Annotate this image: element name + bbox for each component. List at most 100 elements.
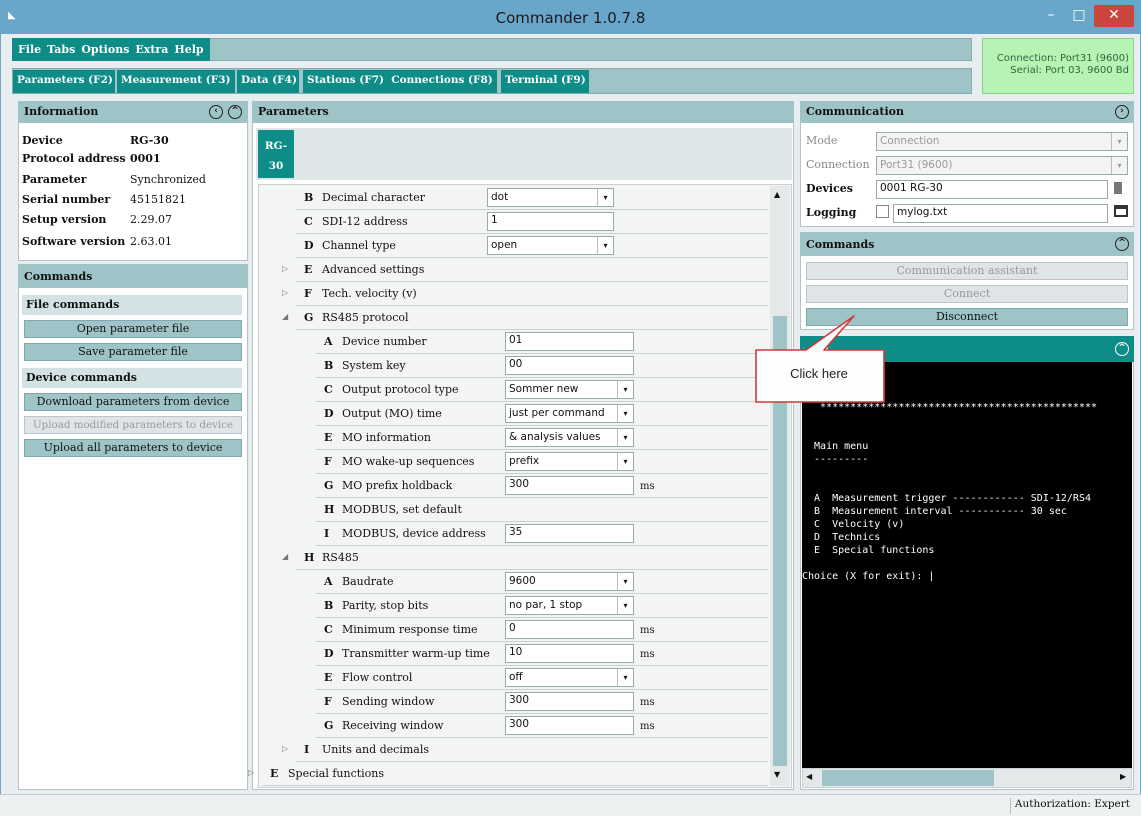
menu-options[interactable]: Options bbox=[81, 43, 129, 56]
parameter-input[interactable]: 35 bbox=[505, 524, 634, 543]
parameter-letter: B bbox=[304, 191, 314, 204]
open-parameter-file-button[interactable]: Open parameter file bbox=[24, 320, 242, 338]
parameter-label: Transmitter warm-up time bbox=[342, 647, 490, 660]
parameter-input[interactable]: 10 bbox=[505, 644, 634, 663]
tab-stations-connections[interactable]: Stations (F7) Connections (F8) bbox=[303, 70, 497, 93]
parameter-input[interactable]: 300 bbox=[505, 476, 634, 495]
parameter-letter: E bbox=[304, 263, 313, 276]
maximize-button[interactable]: □ bbox=[1066, 5, 1092, 27]
parameter-label: Tech. velocity (v) bbox=[322, 287, 417, 300]
connection-status: Connection: Port31 (9600) Serial: Port 0… bbox=[982, 38, 1134, 94]
menu-tabs[interactable]: Tabs bbox=[47, 43, 75, 56]
info-row: Setup version 2.29.07 bbox=[22, 213, 172, 229]
parameter-row[interactable] bbox=[296, 546, 768, 570]
info-row: Protocol address 0001 bbox=[22, 152, 161, 168]
expanded-triangle-icon[interactable]: ◢ bbox=[282, 552, 288, 561]
parameter-input[interactable]: 1 bbox=[487, 212, 614, 231]
parameter-select[interactable]: Sommer new ▾ bbox=[505, 380, 634, 399]
tab-measurement[interactable]: Measurement (F3) bbox=[117, 70, 235, 93]
info-value: 45151821 bbox=[130, 193, 186, 206]
callout-shape bbox=[755, 315, 885, 403]
close-button[interactable]: ✕ bbox=[1094, 5, 1134, 27]
parameter-label: RS485 protocol bbox=[322, 311, 409, 324]
upload-all-button[interactable]: Upload all parameters to device bbox=[24, 439, 242, 457]
scroll-up-icon[interactable]: ▲ bbox=[774, 190, 780, 199]
parameter-letter: D bbox=[304, 239, 314, 252]
parameter-select[interactable]: just per command ▾ bbox=[505, 404, 634, 423]
parameter-letter: D bbox=[324, 407, 334, 420]
connect-button[interactable]: Connect bbox=[806, 285, 1128, 303]
tab-stations[interactable]: Stations (F7) bbox=[307, 74, 384, 86]
chevron-down-icon: ▾ bbox=[617, 597, 633, 614]
collapsed-triangle-icon[interactable]: ▷ bbox=[282, 264, 288, 273]
mode-select[interactable]: Connection ▾ bbox=[876, 132, 1128, 151]
parameter-letter: E bbox=[324, 431, 333, 444]
device-tab[interactable]: RG-30 0001 bbox=[258, 130, 294, 192]
parameter-letter: B bbox=[324, 359, 334, 372]
parameter-input[interactable]: 0 bbox=[505, 620, 634, 639]
parameter-input[interactable]: 00 bbox=[505, 356, 634, 375]
parameter-letter: I bbox=[324, 527, 330, 540]
parameter-input[interactable]: 01 bbox=[505, 332, 634, 351]
save-parameter-file-button[interactable]: Save parameter file bbox=[24, 343, 242, 361]
collapse-up-icon[interactable]: ^ bbox=[1115, 237, 1129, 251]
authorization-status: Authorization: Expert bbox=[1010, 798, 1134, 814]
parameter-value: Sommer new bbox=[509, 383, 579, 395]
devices-field[interactable]: 0001 RG-30 bbox=[876, 180, 1108, 199]
parameter-label: SDI-12 address bbox=[322, 215, 408, 228]
callout-text: Click here bbox=[790, 366, 848, 381]
logging-file-field[interactable]: mylog.txt bbox=[893, 204, 1108, 223]
collapse-up-icon[interactable]: ^ bbox=[228, 105, 242, 119]
collapse-left-icon[interactable]: ‹ bbox=[209, 105, 223, 119]
parameter-input[interactable]: 300 bbox=[505, 716, 634, 735]
menu-help[interactable]: Help bbox=[174, 43, 203, 56]
parameter-letter: I bbox=[304, 743, 310, 756]
expanded-triangle-icon[interactable]: ◢ bbox=[282, 312, 288, 321]
menu-bar: File Tabs Options Extra Help bbox=[12, 38, 210, 61]
parameter-label: MODBUS, device address bbox=[342, 527, 486, 540]
connection-select[interactable]: Port31 (9600) ▾ bbox=[876, 156, 1128, 175]
parameter-select[interactable]: & analysis values ▾ bbox=[505, 428, 634, 447]
scroll-right-icon[interactable]: ▶ bbox=[1120, 772, 1126, 781]
collapsed-triangle-icon[interactable]: ▷ bbox=[282, 744, 288, 753]
folder-icon[interactable] bbox=[1114, 205, 1128, 217]
upload-modified-button[interactable]: Upload modified parameters to device bbox=[24, 416, 242, 434]
tab-parameters[interactable]: Parameters (F2) bbox=[13, 70, 115, 93]
download-parameters-button[interactable]: Download parameters from device bbox=[24, 393, 242, 411]
parameter-select[interactable]: prefix ▾ bbox=[505, 452, 634, 471]
tab-data[interactable]: Data (F4) bbox=[237, 70, 299, 93]
collapse-right-icon[interactable]: › bbox=[1115, 105, 1129, 119]
parameter-letter: C bbox=[304, 215, 313, 228]
parameter-select[interactable]: dot ▾ bbox=[487, 188, 614, 207]
parameter-value: 300 bbox=[509, 718, 530, 730]
parameter-label: MO wake-up sequences bbox=[342, 455, 475, 468]
parameter-value: 00 bbox=[509, 358, 523, 370]
parameter-select[interactable]: off ▾ bbox=[505, 668, 634, 687]
parameter-select[interactable]: no par, 1 stop ▾ bbox=[505, 596, 634, 615]
chevron-down-icon: ▾ bbox=[617, 453, 633, 470]
terminal-output[interactable]: ****************************************… bbox=[802, 362, 1132, 768]
parameter-letter: F bbox=[324, 455, 332, 468]
menu-file[interactable]: File bbox=[18, 43, 41, 56]
tab-connections[interactable]: Connections (F8) bbox=[391, 74, 492, 86]
minimize-button[interactable]: – bbox=[1038, 5, 1064, 27]
parameter-letter: E bbox=[270, 767, 279, 780]
parameter-select[interactable]: open ▾ bbox=[487, 236, 614, 255]
collapse-up-icon[interactable]: ^ bbox=[1115, 342, 1129, 356]
collapsed-triangle-icon[interactable]: ▷ bbox=[282, 288, 288, 297]
parameter-letter: G bbox=[324, 479, 334, 492]
scroll-left-icon[interactable]: ◀ bbox=[806, 772, 812, 781]
scroll-down-icon[interactable]: ▼ bbox=[774, 770, 780, 779]
parameter-label: MODBUS, set default bbox=[342, 503, 462, 516]
tab-terminal[interactable]: Terminal (F9) bbox=[501, 70, 589, 93]
collapsed-triangle-icon[interactable]: ▷ bbox=[248, 768, 254, 777]
info-label: Parameter bbox=[22, 173, 87, 186]
communication-assistant-button[interactable]: Communication assistant bbox=[806, 262, 1128, 280]
parameter-letter: H bbox=[304, 551, 315, 564]
parameter-input[interactable]: 300 bbox=[505, 692, 634, 711]
trash-icon[interactable] bbox=[1114, 182, 1122, 194]
menu-extra[interactable]: Extra bbox=[135, 43, 168, 56]
parameter-select[interactable]: 9600 ▾ bbox=[505, 572, 634, 591]
terminal-scroll-thumb[interactable] bbox=[822, 770, 994, 786]
logging-checkbox[interactable] bbox=[876, 205, 889, 218]
